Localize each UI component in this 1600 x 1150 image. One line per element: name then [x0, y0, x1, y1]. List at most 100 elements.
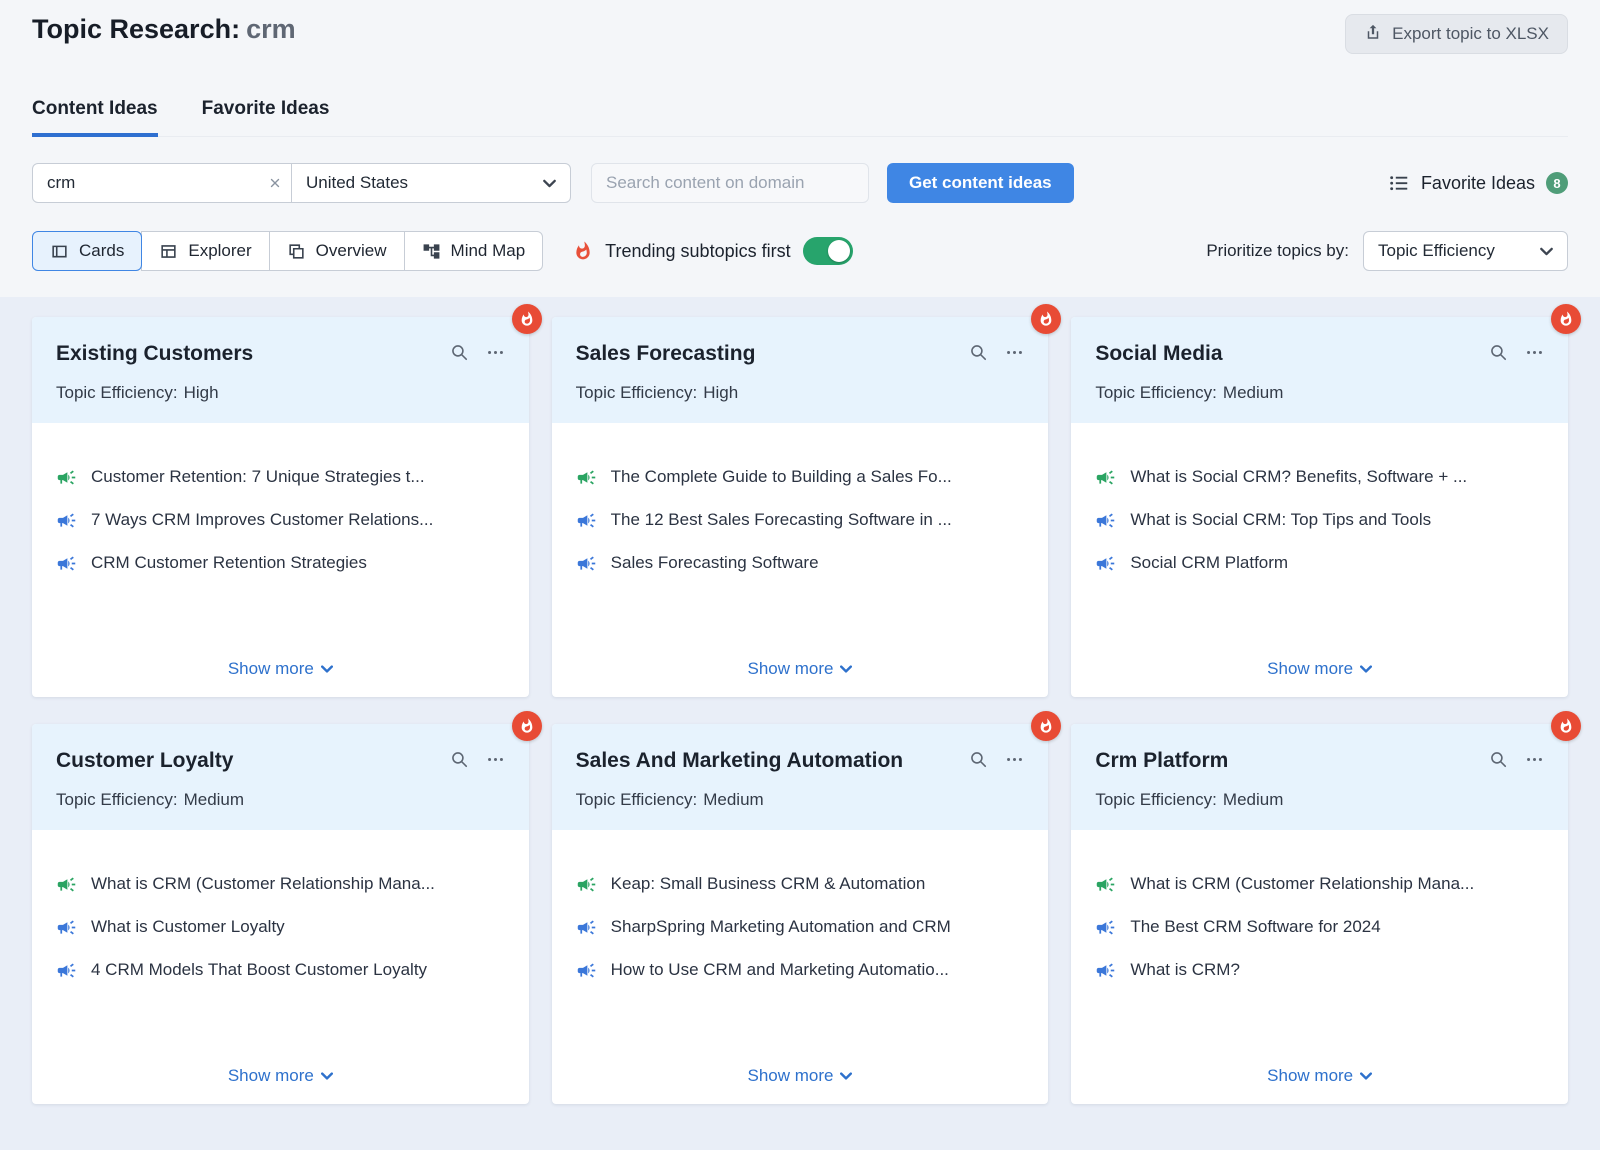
megaphone-icon — [1095, 874, 1116, 895]
card-actions — [450, 750, 505, 769]
idea-item[interactable]: What is Social CRM: Top Tips and Tools — [1095, 510, 1544, 531]
idea-text: The 12 Best Sales Forecasting Software i… — [611, 510, 952, 530]
idea-item[interactable]: What is CRM (Customer Relationship Mana.… — [56, 874, 505, 895]
efficiency-value: Medium — [184, 790, 244, 810]
idea-item[interactable]: What is CRM (Customer Relationship Mana.… — [1095, 874, 1544, 895]
mindmap-view-icon — [422, 242, 441, 261]
domain-search-input[interactable] — [591, 163, 869, 203]
efficiency-label: Topic Efficiency: — [1095, 383, 1217, 403]
megaphone-icon — [56, 467, 77, 488]
card-search-icon[interactable] — [969, 343, 988, 362]
tabs: Content Ideas Favorite Ideas — [32, 98, 1568, 137]
chevron-down-icon — [321, 665, 333, 673]
card-search-icon[interactable] — [1489, 343, 1508, 362]
card-search-icon[interactable] — [1489, 750, 1508, 769]
list-icon — [1388, 172, 1410, 194]
idea-text: What is CRM? — [1130, 960, 1240, 980]
card-body: What is CRM (Customer Relationship Mana.… — [32, 830, 529, 1104]
cards-grid: Existing Customers Topic Efficiency: Hig… — [32, 317, 1568, 1104]
tab-content-ideas[interactable]: Content Ideas — [32, 98, 158, 137]
show-more-link[interactable]: Show more — [228, 1062, 333, 1088]
efficiency-label: Topic Efficiency: — [56, 790, 178, 810]
efficiency-label: Topic Efficiency: — [576, 790, 698, 810]
idea-text: Keap: Small Business CRM & Automation — [611, 874, 926, 894]
megaphone-icon — [576, 510, 597, 531]
idea-item[interactable]: The Best CRM Software for 2024 — [1095, 917, 1544, 938]
prioritize-select-value: Topic Efficiency — [1378, 241, 1495, 261]
card-body: What is Social CRM? Benefits, Software +… — [1071, 423, 1568, 697]
topic-efficiency: Topic Efficiency: Medium — [576, 790, 1025, 810]
view-explorer-button[interactable]: Explorer — [141, 231, 269, 271]
efficiency-value: Medium — [1223, 383, 1283, 403]
chevron-down-icon — [321, 1072, 333, 1080]
card-header: Existing Customers Topic Efficiency: Hig… — [32, 317, 529, 423]
card-search-icon[interactable] — [969, 750, 988, 769]
prioritize-select[interactable]: Topic Efficiency — [1363, 231, 1568, 271]
idea-item[interactable]: 7 Ways CRM Improves Customer Relations..… — [56, 510, 505, 531]
clear-query-icon[interactable] — [268, 176, 282, 190]
card-actions — [450, 343, 505, 362]
favorite-ideas-label: Favorite Ideas — [1421, 173, 1535, 194]
idea-text: Social CRM Platform — [1130, 553, 1288, 573]
idea-text: What is CRM (Customer Relationship Mana.… — [91, 874, 435, 894]
idea-text: The Best CRM Software for 2024 — [1130, 917, 1380, 937]
show-more-link[interactable]: Show more — [1267, 1062, 1372, 1088]
card-menu-icon[interactable] — [1525, 750, 1544, 769]
get-content-ideas-button[interactable]: Get content ideas — [887, 163, 1074, 203]
show-more-link[interactable]: Show more — [1267, 655, 1372, 681]
favorites-count-badge: 8 — [1546, 172, 1568, 194]
card-menu-icon[interactable] — [486, 750, 505, 769]
idea-item[interactable]: What is CRM? — [1095, 960, 1544, 981]
card-menu-icon[interactable] — [486, 343, 505, 362]
idea-text: 4 CRM Models That Boost Customer Loyalty — [91, 960, 427, 980]
tab-favorite-ideas[interactable]: Favorite Ideas — [202, 98, 330, 137]
efficiency-label: Topic Efficiency: — [56, 383, 178, 403]
idea-item[interactable]: Social CRM Platform — [1095, 553, 1544, 574]
topic-query-input[interactable] — [32, 163, 292, 203]
idea-list: What is Social CRM? Benefits, Software +… — [1095, 467, 1544, 596]
export-xlsx-button[interactable]: Export topic to XLSX — [1345, 14, 1568, 54]
card-body: What is CRM (Customer Relationship Mana.… — [1071, 830, 1568, 1104]
show-more-link[interactable]: Show more — [228, 655, 333, 681]
show-more-link[interactable]: Show more — [748, 655, 853, 681]
idea-item[interactable]: Sales Forecasting Software — [576, 553, 1025, 574]
idea-item[interactable]: What is Social CRM? Benefits, Software +… — [1095, 467, 1544, 488]
megaphone-icon — [56, 960, 77, 981]
topic-card: Customer Loyalty Topic Efficiency: Mediu… — [32, 724, 529, 1104]
card-search-icon[interactable] — [450, 343, 469, 362]
country-select[interactable]: United States — [291, 163, 571, 203]
view-overview-button[interactable]: Overview — [269, 231, 405, 271]
favorite-ideas-button[interactable]: Favorite Ideas 8 — [1388, 172, 1568, 194]
idea-item[interactable]: Customer Retention: 7 Unique Strategies … — [56, 467, 505, 488]
idea-text: What is Social CRM? Benefits, Software +… — [1130, 467, 1467, 487]
card-actions — [1489, 343, 1544, 362]
view-mindmap-button[interactable]: Mind Map — [404, 231, 544, 271]
idea-item[interactable]: Keap: Small Business CRM & Automation — [576, 874, 1025, 895]
idea-text: What is CRM (Customer Relationship Mana.… — [1130, 874, 1474, 894]
idea-item[interactable]: How to Use CRM and Marketing Automatio..… — [576, 960, 1025, 981]
toggle-knob — [828, 240, 850, 262]
card-search-icon[interactable] — [450, 750, 469, 769]
show-more-label: Show more — [228, 659, 314, 679]
card-menu-icon[interactable] — [1005, 750, 1024, 769]
trending-toggle[interactable] — [803, 237, 853, 265]
chevron-down-icon — [1360, 1072, 1372, 1080]
idea-text: Sales Forecasting Software — [611, 553, 819, 573]
card-menu-icon[interactable] — [1005, 343, 1024, 362]
idea-item[interactable]: What is Customer Loyalty — [56, 917, 505, 938]
view-cards-button[interactable]: Cards — [32, 231, 142, 271]
show-more-label: Show more — [1267, 1066, 1353, 1086]
show-more-link[interactable]: Show more — [748, 1062, 853, 1088]
megaphone-icon — [576, 553, 597, 574]
idea-item[interactable]: 4 CRM Models That Boost Customer Loyalty — [56, 960, 505, 981]
trending-flame-badge — [512, 711, 542, 741]
top-section: Topic Research:crm Export topic to XLSX … — [0, 0, 1600, 297]
efficiency-value: High — [703, 383, 738, 403]
idea-item[interactable]: SharpSpring Marketing Automation and CRM — [576, 917, 1025, 938]
card-menu-icon[interactable] — [1525, 343, 1544, 362]
megaphone-icon — [1095, 553, 1116, 574]
idea-item[interactable]: CRM Customer Retention Strategies — [56, 553, 505, 574]
idea-item[interactable]: The 12 Best Sales Forecasting Software i… — [576, 510, 1025, 531]
idea-item[interactable]: The Complete Guide to Building a Sales F… — [576, 467, 1025, 488]
idea-text: What is Customer Loyalty — [91, 917, 285, 937]
